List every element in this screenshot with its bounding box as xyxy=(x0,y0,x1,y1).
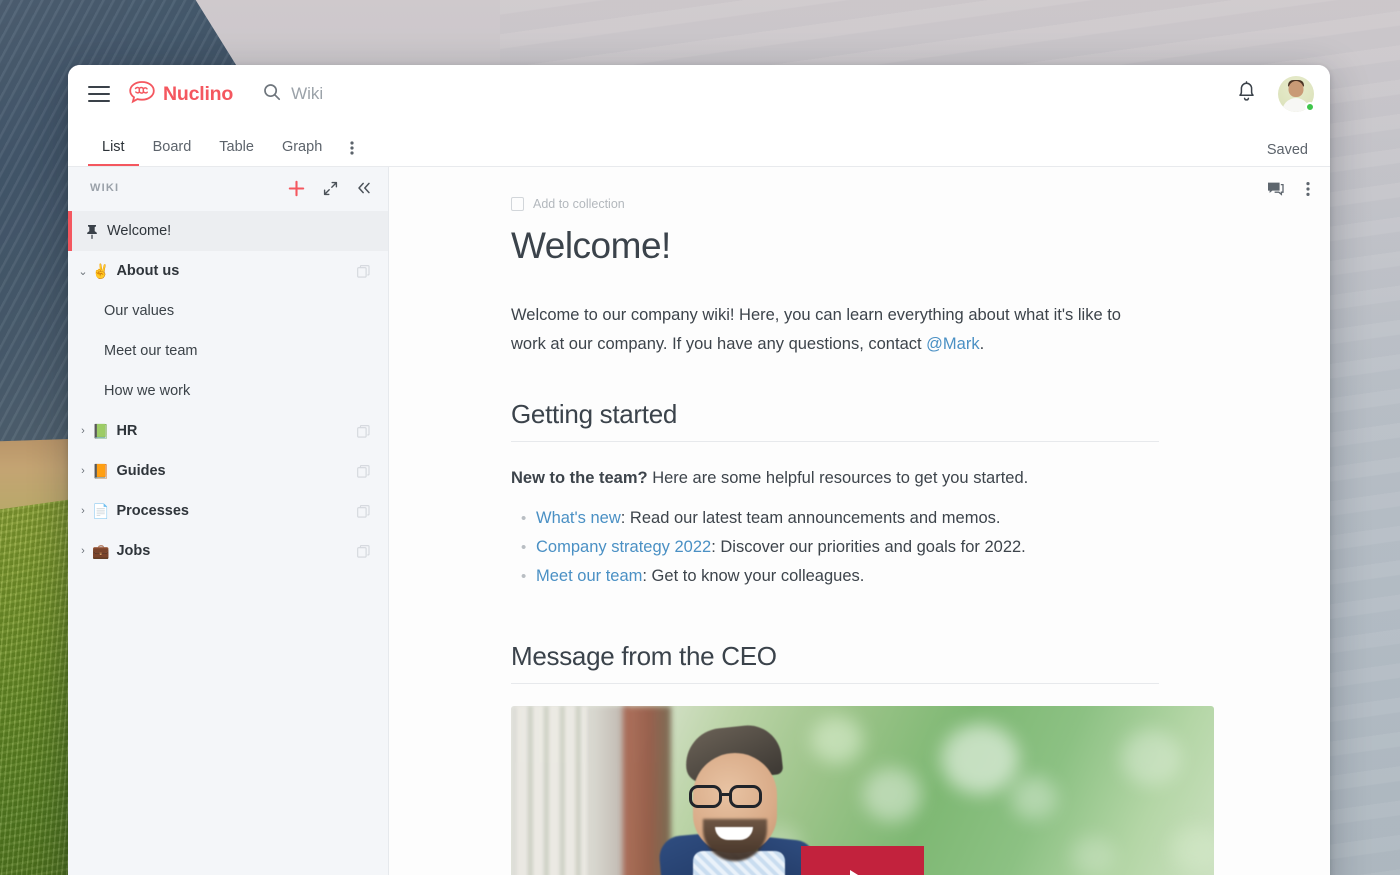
chevron-right-icon[interactable]: › xyxy=(76,545,90,557)
intro-text-part2: . xyxy=(979,335,985,353)
app-header: Nuclino Wiki xyxy=(68,65,1330,123)
sidebar-item-label: Jobs xyxy=(116,543,151,559)
sidebar-item-label: About us xyxy=(116,263,180,279)
briefcase-emoji: 💼 xyxy=(92,542,110,559)
page-emoji: 📄 xyxy=(92,502,110,519)
green-book-emoji: 📗 xyxy=(92,422,110,439)
sidebar-item-label: Processes xyxy=(116,503,189,519)
duplicate-icon[interactable] xyxy=(357,424,370,438)
bell-icon[interactable] xyxy=(1237,81,1256,107)
comment-icon[interactable] xyxy=(1267,181,1284,197)
video-wall-slats xyxy=(517,706,587,875)
nuclino-app-window: Nuclino Wiki List Board Table Graph Save… xyxy=(68,65,1330,875)
more-vertical-icon[interactable] xyxy=(1306,181,1310,197)
sidebar-item-hr[interactable]: › 📗 HR xyxy=(68,411,388,451)
sidebar-item-meet-our-team[interactable]: Meet our team xyxy=(68,331,388,371)
mention-mark[interactable]: @Mark xyxy=(926,335,979,353)
document-actions xyxy=(1267,181,1310,197)
app-body: WIKI Welcome! ⌄ ✌️ About us Our values M… xyxy=(68,167,1330,875)
chevron-right-icon[interactable]: › xyxy=(76,425,90,437)
list-item-rest: : Read our latest team announcements and… xyxy=(620,509,1001,527)
add-to-collection-button[interactable]: Add to collection xyxy=(511,197,1159,211)
save-status: Saved xyxy=(1266,142,1308,158)
list-item-rest: : Get to know your colleagues. xyxy=(642,567,865,585)
view-tabs: List Board Table Graph xyxy=(88,123,364,166)
search-icon xyxy=(263,83,281,106)
duplicate-icon[interactable] xyxy=(357,504,370,518)
new-to-team-paragraph: New to the team? Here are some helpful r… xyxy=(511,464,1159,492)
orange-book-emoji: 📙 xyxy=(92,462,110,479)
tab-board[interactable]: Board xyxy=(139,139,206,166)
list-item-rest: : Discover our priorities and goals for … xyxy=(711,538,1026,556)
add-to-collection-label: Add to collection xyxy=(533,197,625,211)
sidebar-item-about-us[interactable]: ⌄ ✌️ About us xyxy=(68,251,388,291)
page-title: Welcome! xyxy=(511,225,671,266)
new-to-team-bold: New to the team? xyxy=(511,469,648,487)
duplicate-icon[interactable] xyxy=(357,544,370,558)
link-company-strategy[interactable]: Company strategy 2022 xyxy=(536,538,711,556)
tab-list[interactable]: List xyxy=(88,139,139,166)
tab-table[interactable]: Table xyxy=(205,139,268,166)
brand-logo-link[interactable]: Nuclino xyxy=(128,80,233,109)
intro-paragraph: Welcome to our company wiki! Here, you c… xyxy=(511,301,1159,359)
search-value: Wiki xyxy=(291,84,324,103)
sidebar-header: WIKI xyxy=(68,167,388,209)
collection-square-icon xyxy=(511,197,524,211)
document-tree: Welcome! ⌄ ✌️ About us Our values Meet o… xyxy=(68,209,388,571)
sidebar-title: WIKI xyxy=(90,182,120,194)
play-button-icon[interactable] xyxy=(801,846,924,875)
duplicate-icon[interactable] xyxy=(357,264,370,278)
sidebar-item-guides[interactable]: › 📙 Guides xyxy=(68,451,388,491)
brand-name: Nuclino xyxy=(163,82,234,105)
chevron-right-icon[interactable]: › xyxy=(76,465,90,477)
ceo-video-embed[interactable] xyxy=(511,706,1214,875)
new-to-team-rest: Here are some helpful resources to get y… xyxy=(647,469,1029,487)
expand-icon[interactable] xyxy=(323,181,338,196)
sidebar-item-label: Our values xyxy=(104,303,175,319)
sidebar-item-label: Welcome! xyxy=(107,223,172,239)
chevron-right-icon[interactable]: › xyxy=(76,505,90,517)
section-heading-getting-started: Getting started xyxy=(511,399,1159,442)
section-heading-message-from-ceo: Message from the CEO xyxy=(511,641,1159,684)
duplicate-icon[interactable] xyxy=(357,464,370,478)
sidebar-item-our-values[interactable]: Our values xyxy=(68,291,388,331)
desktop-wallpaper: Nuclino Wiki List Board Table Graph Save… xyxy=(0,0,1400,875)
link-whats-new[interactable]: What's new xyxy=(536,509,621,527)
document-content: Add to collection Welcome! Welcome to ou… xyxy=(389,167,1330,875)
view-tabs-bar: List Board Table Graph Saved xyxy=(68,123,1330,167)
more-vertical-icon[interactable] xyxy=(336,140,364,166)
resource-list: What's new: Read our latest team announc… xyxy=(511,504,1159,591)
status-badge-online xyxy=(1305,102,1315,112)
sidebar-item-label: HR xyxy=(116,423,138,439)
intro-text-part1: Welcome to our company wiki! Here, you c… xyxy=(511,306,1121,353)
sidebar-item-label: How we work xyxy=(104,383,191,399)
sidebar: WIKI Welcome! ⌄ ✌️ About us Our values M… xyxy=(68,167,389,875)
collapse-sidebar-button[interactable] xyxy=(356,181,372,195)
tab-graph[interactable]: Graph xyxy=(268,139,336,166)
ceo-section: Message from the CEO xyxy=(511,641,1214,875)
sidebar-item-welcome[interactable]: Welcome! xyxy=(68,211,388,251)
add-item-button[interactable] xyxy=(288,180,305,197)
victory-hand-emoji: ✌️ xyxy=(92,262,110,279)
document-body: Add to collection Welcome! Welcome to ou… xyxy=(389,167,1219,875)
list-item: What's new: Read our latest team announc… xyxy=(511,504,1159,533)
pin-icon xyxy=(86,224,98,239)
video-person xyxy=(657,722,817,875)
sidebar-item-jobs[interactable]: › 💼 Jobs xyxy=(68,531,388,571)
chevron-down-icon[interactable]: ⌄ xyxy=(76,265,90,278)
list-item: Company strategy 2022: Discover our prio… xyxy=(511,533,1159,562)
hamburger-icon[interactable] xyxy=(88,86,110,102)
sidebar-item-processes[interactable]: › 📄 Processes xyxy=(68,491,388,531)
avatar[interactable] xyxy=(1278,76,1315,112)
brain-speech-bubble-logo xyxy=(128,80,156,109)
search-input[interactable]: Wiki xyxy=(263,83,1237,106)
sidebar-item-how-we-work[interactable]: How we work xyxy=(68,371,388,411)
sidebar-item-label: Meet our team xyxy=(104,343,198,359)
list-item: Meet our team: Get to know your colleagu… xyxy=(511,562,1159,591)
sidebar-item-label: Guides xyxy=(116,463,166,479)
link-meet-our-team[interactable]: Meet our team xyxy=(536,567,642,585)
